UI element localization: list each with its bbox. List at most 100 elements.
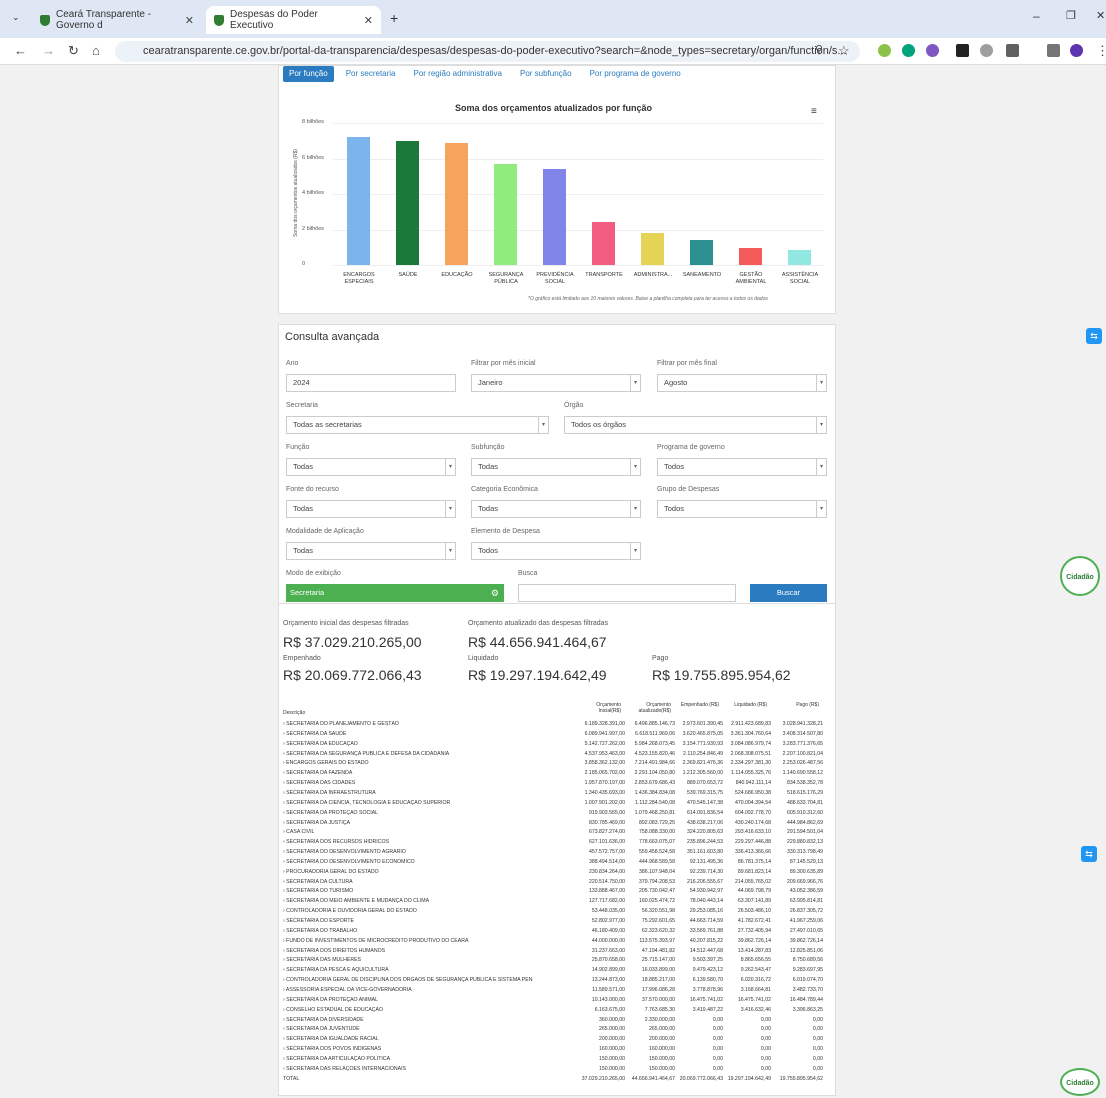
filter-select[interactable]: Todos ▾ — [657, 458, 827, 476]
modo-select[interactable]: Secretaria ⚙ — [286, 584, 504, 602]
table-row[interactable]: › SECRETARIA DAS MULHERES 25.870.658,00 25… — [283, 956, 823, 966]
table-row[interactable]: › ENCARGOS GERAIS DO ESTADO 3.858.362.132… — [283, 759, 823, 769]
tab-por-programa[interactable]: Por programa de governo — [584, 66, 687, 82]
extension-icon[interactable] — [878, 44, 891, 57]
table-row[interactable]: › SECRETARIA DA PESCA E AQUICULTURA 14.90… — [283, 966, 823, 976]
filter-select[interactable]: Janeiro ▾ — [471, 374, 641, 392]
table-row[interactable]: › SECRETARIA DO TURISMO 133.888.467,00 205… — [283, 887, 823, 897]
tab-por-subfuncao[interactable]: Por subfunção — [514, 66, 578, 82]
table-row[interactable]: › SECRETARIA DO TRABALHO 46.180.409,00 62.… — [283, 927, 823, 937]
filter-select[interactable]: Todas ▾ — [286, 458, 456, 476]
table-row[interactable]: › SECRETARIA DA PROTEÇÃO ANIMAL 10.143.00… — [283, 996, 823, 1006]
url-field[interactable]: cearatransparente.ce.gov.br/portal-da-tr… — [115, 41, 860, 62]
table-row[interactable]: › SECRETARIA DA IGUALDADE RACIAL 200.000,… — [283, 1035, 823, 1045]
table-row[interactable]: › FUNDO DE INVESTIMENTOS DE MICROCRÉDITO… — [283, 937, 823, 947]
extensions-puzzle-icon[interactable] — [1006, 44, 1019, 57]
table-row[interactable]: › SECRETARIA DA CIÊNCIA, TECNOLOGIA E ED… — [283, 799, 823, 809]
table-cell: › SECRETARIA DA JUSTIÇA — [283, 819, 351, 826]
filter-select[interactable]: Todos ▾ — [657, 500, 827, 518]
filter-select[interactable]: 2024 — [286, 374, 456, 392]
filter-select[interactable]: Todos os órgãos ▾ — [564, 416, 827, 434]
browser-tab-2[interactable]: Despesas do Poder Executivo ✕ — [206, 6, 381, 34]
table-row[interactable]: › ASSESSORIA ESPECIAL DA VICE-GOVERNADOR… — [283, 986, 823, 996]
table-row[interactable]: › PROCURADORIA GERAL DO ESTADO 230.834.26… — [283, 868, 823, 878]
table-row[interactable]: › SECRETARIA DO ESPORTE 52.802.977,00 75.2… — [283, 917, 823, 927]
cidadao-online-badge[interactable]: Cidadão — [1060, 556, 1100, 596]
filter-select[interactable]: Todas ▾ — [286, 500, 456, 518]
close-window-icon[interactable]: ✕ — [1096, 9, 1105, 22]
cidadao-online-badge[interactable]: Cidadão — [1060, 1068, 1100, 1096]
translate-icon[interactable]: ⇆ — [1081, 846, 1097, 862]
table-row[interactable]: › SECRETARIA DA FAZENDA 2.185.065.702,00 2… — [283, 769, 823, 779]
table-row[interactable]: › SECRETARIA DA EDUCAÇÃO 5.142.727.262,00… — [283, 740, 823, 750]
bar-5[interactable] — [592, 222, 615, 265]
bookmark-star-icon[interactable]: ☆ — [838, 43, 850, 59]
busca-input[interactable] — [518, 584, 736, 602]
table-row[interactable]: › CONTROLADORIA E OUVIDORIA GERAL DO EST… — [283, 907, 823, 917]
new-tab-icon[interactable]: + — [390, 10, 398, 26]
bar-0[interactable] — [347, 137, 370, 265]
tab-por-secretaria[interactable]: Por secretaria — [340, 66, 402, 82]
table-row[interactable]: › CASA CIVIL 673.827.274,00 758.088.330,00… — [283, 828, 823, 838]
table-row[interactable]: › SECRETARIA DOS POVOS INDÍGENAS 160.000,… — [283, 1045, 823, 1055]
tab-list-chevron-icon[interactable]: ⌄ — [12, 12, 20, 23]
table-cell: 8.865.656,55 — [740, 957, 771, 964]
table-row[interactable]: › SECRETARIA DO DESENVOLVIMENTO AGRÁRIO 4… — [283, 848, 823, 858]
table-cell: 44.069.798,79 — [737, 888, 771, 895]
bar-7[interactable] — [690, 240, 713, 265]
extension-icon[interactable] — [956, 44, 969, 57]
table-row[interactable]: › CONTROLADORIA GERAL DE DISCIPLINA DOS … — [283, 976, 823, 986]
restore-icon[interactable]: ❐ — [1066, 9, 1076, 22]
bar-3[interactable] — [494, 163, 517, 265]
bar-4[interactable] — [543, 169, 566, 265]
table-row[interactable]: › SECRETARIA DA SEGURANÇA PÚBLICA E DEFE… — [283, 750, 823, 760]
forward-icon[interactable]: → — [42, 43, 55, 58]
table-row[interactable]: › SECRETARIA DO MEIO AMBIENTE E MUDANÇA … — [283, 897, 823, 907]
filter-select[interactable]: Todas as secretarias ▾ — [286, 416, 549, 434]
minimize-icon[interactable]: – — [1033, 9, 1040, 23]
filter-select[interactable]: Todos ▾ — [471, 542, 641, 560]
table-row[interactable]: › SECRETARIA DO DESENVOLVIMENTO ECONÔMIC… — [283, 858, 823, 868]
extension-icon[interactable] — [926, 44, 939, 57]
table-row[interactable]: › CONSELHO ESTADUAL DE EDUCAÇÃO 6.163.675… — [283, 1006, 823, 1016]
zoom-icon[interactable]: ⚲ — [815, 43, 823, 56]
table-row[interactable]: › SECRETARIA DA SAÚDE 6.089.941.997,00 6.6… — [283, 730, 823, 740]
table-row[interactable]: › SECRETARIA DA JUSTIÇA 830.785.469,00 892… — [283, 819, 823, 829]
browser-tab-1[interactable]: Ceará Transparente - Governo d ✕ — [32, 6, 202, 34]
table-row[interactable]: › SECRETARIA DAS CIDADES 1.957.870.197,00… — [283, 779, 823, 789]
reload-icon[interactable]: ↻ — [68, 43, 79, 59]
bar-9[interactable] — [788, 249, 811, 265]
extension-icon[interactable] — [980, 44, 993, 57]
tab-por-funcao[interactable]: Por função — [283, 66, 334, 82]
extension-icon[interactable] — [902, 44, 915, 57]
table-row[interactable]: › SECRETARIA DA DIVERSIDADE 360.000,00 2.3… — [283, 1016, 823, 1026]
back-icon[interactable]: ← — [14, 43, 27, 58]
table-row[interactable]: › SECRETARIA DA JUVENTUDE 265.000,00 265.0… — [283, 1025, 823, 1035]
table-row[interactable]: › SECRETARIA DOS DIREITOS HUMANOS 31.237.… — [283, 947, 823, 957]
bar-2[interactable] — [445, 142, 468, 265]
home-icon[interactable]: ⌂ — [92, 43, 100, 58]
table-row[interactable]: › SECRETARIA DA ARTICULAÇÃO POLÍTICA 150.… — [283, 1055, 823, 1065]
table-row[interactable]: › SECRETARIA DOS RECURSOS HÍDRICOS 627.10… — [283, 838, 823, 848]
bar-8[interactable] — [739, 248, 762, 265]
filter-select[interactable]: Todas ▾ — [471, 458, 641, 476]
table-row[interactable]: › SECRETARIA DO PLANEJAMENTO E GESTÃO 6.1… — [283, 720, 823, 730]
profile-avatar[interactable] — [1070, 44, 1083, 57]
translate-icon[interactable]: ⇆ — [1086, 328, 1102, 344]
filter-select[interactable]: Todas ▾ — [286, 542, 456, 560]
bar-1[interactable] — [396, 140, 419, 265]
filter-select[interactable]: Todas ▾ — [471, 500, 641, 518]
close-tab-icon[interactable]: ✕ — [364, 14, 373, 27]
table-row[interactable]: › SECRETARIA DAS RELAÇÕES INTERNACIONAIS… — [283, 1065, 823, 1075]
chart-menu-icon[interactable]: ≡ — [811, 106, 817, 117]
table-row[interactable]: › SECRETARIA DA INFRAESTRUTURA 1.340.435.… — [283, 789, 823, 799]
filter-select[interactable]: Agosto ▾ — [657, 374, 827, 392]
close-tab-icon[interactable]: ✕ — [185, 14, 194, 27]
cast-icon[interactable] — [1047, 44, 1060, 57]
bar-6[interactable] — [641, 233, 664, 265]
table-row[interactable]: › SECRETARIA DA PROTEÇÃO SOCIAL 919.903.5… — [283, 809, 823, 819]
buscar-button[interactable]: Buscar — [750, 584, 827, 602]
tab-por-regiao[interactable]: Por região administrativa — [408, 66, 508, 82]
menu-dots-icon[interactable]: ⋮ — [1096, 43, 1106, 59]
table-row[interactable]: › SECRETARIA DA CULTURA 220.514.750,00 379… — [283, 878, 823, 888]
